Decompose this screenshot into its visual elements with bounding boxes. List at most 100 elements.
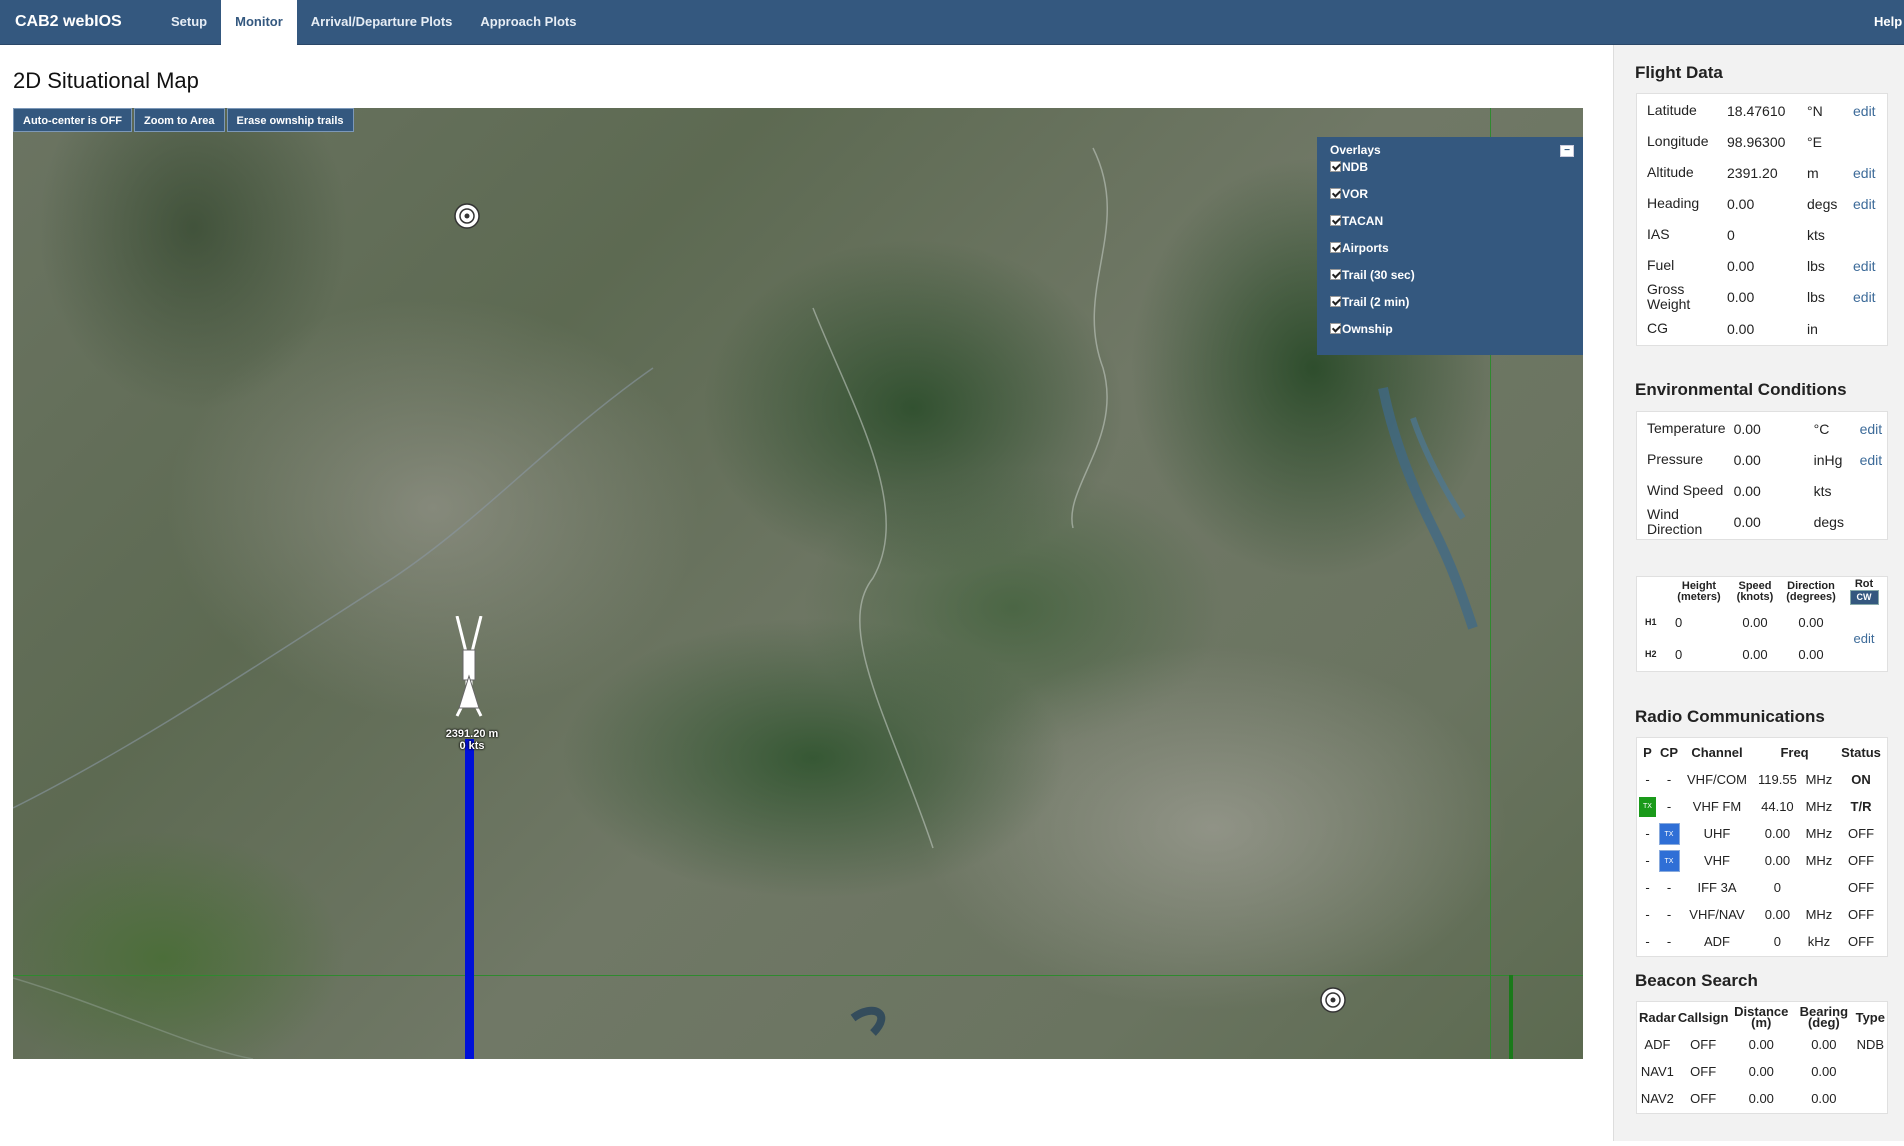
edit-link[interactable]: edit (1853, 289, 1876, 305)
copilot-cell[interactable]: - (1658, 794, 1680, 819)
navaid-beacon-icon[interactable] (453, 202, 481, 230)
channel-status[interactable]: OFF (1837, 929, 1885, 954)
freq-unit: MHz (1805, 799, 1833, 814)
situational-map[interactable]: Auto-center is OFF Zoom to Area Erase ow… (13, 108, 1583, 1059)
page-title: 2D Situational Map (13, 68, 199, 93)
rotation-toggle-button[interactable]: CW (1849, 590, 1879, 605)
overlay-ownship[interactable]: Ownship (1330, 322, 1570, 349)
copilot-cell[interactable]: TX (1658, 821, 1680, 846)
channel-name: VHF FM (1692, 799, 1742, 814)
tx-indicator[interactable]: TX (1658, 849, 1680, 872)
checkbox[interactable] (1330, 161, 1341, 172)
copilot-cell[interactable]: - (1658, 875, 1680, 900)
edit-link[interactable]: edit (1860, 452, 1883, 468)
overlay-trail-30-sec[interactable]: Trail (30 sec) (1330, 268, 1570, 295)
field-unit: lbs (1807, 289, 1825, 305)
table-row: Pressure 0.00 inHg edit (1639, 445, 1885, 474)
radio-row: - - VHF/COM 119.55 MHz ON (1639, 767, 1885, 792)
tab-monitor[interactable]: Monitor (221, 0, 297, 45)
field-label: Gross Weight (1647, 281, 1691, 312)
copilot-cell[interactable]: - (1658, 902, 1680, 927)
overlay-ndb[interactable]: NDB (1330, 160, 1570, 187)
pilot-cell[interactable]: - (1639, 767, 1656, 792)
erase-ownship-trails-button[interactable]: Erase ownship trails (226, 108, 354, 132)
ownship-aircraft-icon[interactable] (453, 616, 485, 720)
tab-setup[interactable]: Setup (157, 0, 221, 45)
ownship-altitude: 2391.20 m (445, 728, 499, 740)
edit-cell: edit (1847, 189, 1885, 218)
channel-status[interactable]: OFF (1837, 902, 1885, 927)
zoom-to-area-button[interactable]: Zoom to Area (134, 108, 225, 132)
channel-freq: 119.55 (1758, 772, 1797, 787)
field-value: 0.00 (1727, 257, 1755, 274)
edit-cell: edit (1854, 414, 1885, 443)
copilot-cell[interactable]: TX (1658, 848, 1680, 873)
field-value: 0.00 (1727, 195, 1755, 212)
auto-center-button[interactable]: Auto-center is OFF (13, 108, 133, 132)
channel-status[interactable]: OFF (1837, 848, 1885, 873)
field-value: 0.00 (1727, 289, 1755, 305)
field-unit: degs (1807, 195, 1838, 212)
field-value: 98.96300 (1727, 133, 1786, 150)
column-header: Direction (degrees) (1786, 580, 1836, 603)
pilot-cell[interactable]: - (1639, 929, 1656, 954)
pilot-cell[interactable]: - (1639, 848, 1656, 873)
column-header: Height (meters) (1677, 580, 1721, 603)
pilot-cell[interactable]: TX (1639, 794, 1656, 819)
edit-cell (1847, 314, 1885, 343)
field-value: 2391.20 (1727, 164, 1778, 181)
tx-indicator[interactable]: TX (1639, 797, 1656, 817)
table-row: Heading 0.00 degs edit (1639, 189, 1885, 218)
checkbox[interactable] (1330, 296, 1341, 307)
checkbox[interactable] (1330, 269, 1341, 280)
channel-status[interactable]: OFF (1837, 821, 1885, 846)
beacon-search-table: Radar Callsign Distance (m) Bearing (deg… (1636, 1001, 1888, 1114)
radio-row: - - VHF/NAV 0.00 MHz OFF (1639, 902, 1885, 927)
checkbox[interactable] (1330, 242, 1341, 253)
pilot-cell[interactable]: - (1639, 875, 1656, 900)
flight-data-title: Flight Data (1635, 63, 1723, 82)
overlay-label: Ownship (1342, 322, 1393, 336)
copilot-cell[interactable]: - (1658, 929, 1680, 954)
tx-indicator[interactable]: TX (1658, 822, 1680, 845)
checkbox[interactable] (1330, 215, 1341, 226)
app-title[interactable]: CAB2 webIOS (15, 0, 122, 45)
table-row: Gross Weight 0.00 lbs edit (1639, 282, 1885, 312)
wind-layers-edit-link[interactable]: edit (1854, 631, 1875, 646)
checkbox[interactable] (1330, 188, 1341, 199)
edit-link[interactable]: edit (1860, 421, 1883, 437)
field-unit: in (1807, 320, 1818, 337)
beacon-radar: NAV1 (1640, 1064, 1674, 1079)
checkbox[interactable] (1330, 323, 1341, 334)
pilot-cell[interactable]: - (1639, 902, 1656, 927)
tab-arrival-departure-plots[interactable]: Arrival/Departure Plots (297, 0, 467, 45)
channel-status[interactable]: OFF (1837, 875, 1885, 900)
beacon-bearing: 0.00 (1811, 1037, 1837, 1052)
overlay-airports[interactable]: Airports (1330, 241, 1570, 268)
edit-link[interactable]: edit (1853, 196, 1876, 212)
channel-freq: 0 (1773, 880, 1782, 895)
edit-link[interactable]: edit (1853, 103, 1876, 119)
field-unit: inHg (1813, 451, 1843, 468)
channel-name: VHF/COM (1687, 772, 1747, 787)
field-value: 0.00 (1733, 451, 1761, 468)
column-header: Speed (knots) (1736, 580, 1774, 603)
edit-link[interactable]: edit (1853, 258, 1876, 274)
field-label: Temperature (1647, 420, 1726, 436)
minimize-icon[interactable]: − (1560, 145, 1574, 157)
overlay-vor[interactable]: VOR (1330, 187, 1570, 214)
navaid-beacon-icon[interactable] (1319, 986, 1347, 1014)
help-link[interactable]: Help (1874, 0, 1904, 45)
channel-freq: 44.10 (1761, 799, 1794, 814)
overlay-label: Airports (1342, 241, 1389, 255)
tab-approach-plots[interactable]: Approach Plots (466, 0, 590, 45)
main-nav: Setup Monitor Arrival/Departure Plots Ap… (157, 0, 590, 45)
channel-status[interactable]: ON (1837, 767, 1885, 792)
layer-direction: 0.00 (1798, 614, 1824, 630)
overlay-trail-2-min[interactable]: Trail (2 min) (1330, 295, 1570, 322)
overlay-tacan[interactable]: TACAN (1330, 214, 1570, 241)
pilot-cell[interactable]: - (1639, 821, 1656, 846)
edit-link[interactable]: edit (1853, 165, 1876, 181)
copilot-cell[interactable]: - (1658, 767, 1680, 792)
channel-status[interactable]: T/R (1837, 794, 1885, 819)
